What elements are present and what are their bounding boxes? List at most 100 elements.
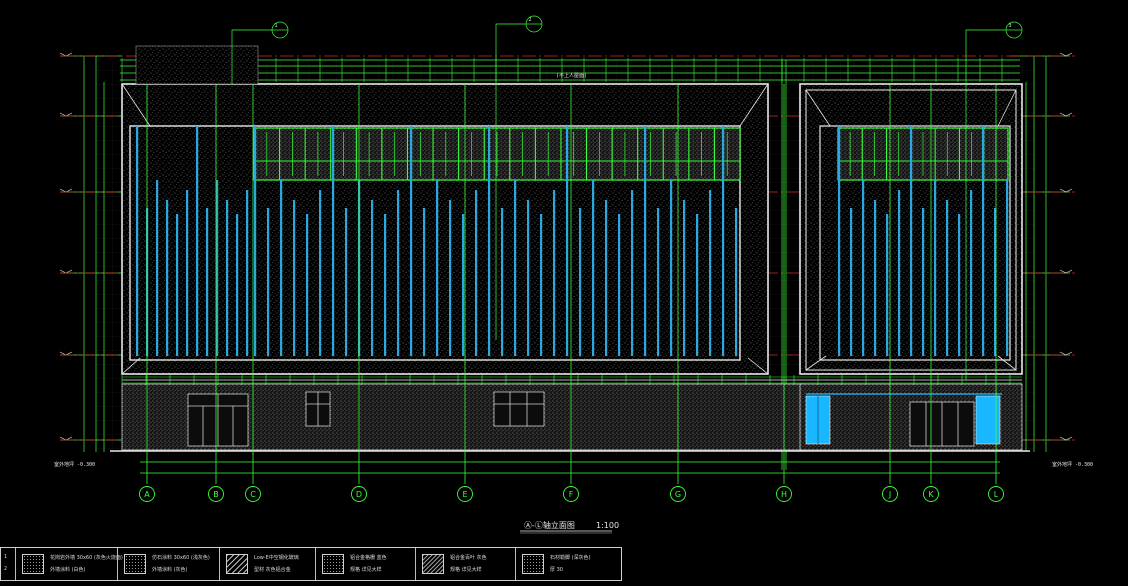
blue-fin — [722, 126, 725, 356]
blue-fin — [922, 208, 925, 356]
blue-fin — [397, 190, 400, 356]
axis-label-D: D — [356, 490, 362, 499]
axis-label-L: L — [994, 490, 999, 499]
blue-fin — [475, 190, 478, 356]
legend-cell-6-line2: 厚 30 — [550, 567, 563, 573]
axis-label-G: G — [675, 490, 681, 499]
blue-fin — [970, 190, 973, 356]
blue-fin — [514, 180, 517, 356]
stipple-swatch-icon — [124, 554, 146, 574]
blue-fin — [958, 214, 961, 356]
blue-fin — [332, 126, 335, 356]
legend-cell-4-line2: 规格 详见大样 — [350, 567, 382, 573]
blue-fin — [501, 208, 504, 356]
blue-fin — [176, 214, 179, 356]
blue-fin — [384, 214, 387, 356]
blue-fin — [136, 126, 139, 356]
blue-fin — [683, 200, 686, 356]
drawing-title-block: Ⓐ-Ⓛ轴立面图 1:100 — [520, 520, 619, 534]
legend-cell-1: 花岗岩外墙 30x60 (灰色火烧面) 外墙涂料 (白色) — [15, 548, 123, 580]
blue-fin — [196, 126, 199, 356]
blue-fin — [709, 190, 712, 356]
blue-fin — [345, 208, 348, 356]
blue-fin — [898, 190, 901, 356]
axis-label-K: K — [928, 490, 934, 499]
blue-fin — [236, 214, 239, 356]
blue-fin — [862, 180, 865, 356]
blue-fin — [982, 126, 985, 356]
blue-fin — [488, 126, 491, 356]
blue-fin — [267, 208, 270, 356]
bottom-dimension-lines — [140, 461, 1000, 474]
blue-fin — [657, 208, 660, 356]
roof-parapet — [135, 45, 259, 85]
blue-fin — [246, 190, 249, 356]
axis-label-B: B — [213, 490, 219, 499]
blue-fin — [644, 126, 647, 356]
legend-cell-3-line1: Low-E中空钢化玻璃 — [254, 555, 299, 561]
blue-fin — [886, 214, 889, 356]
blue-fin — [166, 200, 169, 356]
axis-label-H: H — [781, 490, 787, 499]
elevation-drawing: A B C D E F G H J K L 1 2 3 (不上人屋面) 室外地坪 -0.300 室外… — [54, 15, 1093, 534]
axis-label-E: E — [462, 490, 467, 499]
blue-fin — [436, 180, 439, 356]
legend-row-number-2: 2 — [4, 566, 8, 572]
blue-fin — [618, 214, 621, 356]
blue-fin — [306, 214, 309, 356]
blue-fin — [410, 126, 413, 356]
blue-fin — [735, 208, 738, 356]
legend-cell-5: 铝合金百叶 灰色 规格 详见大样 — [415, 548, 515, 580]
blue-fin — [553, 190, 556, 356]
callout-number-3: 3 — [1008, 23, 1011, 29]
blue-fin — [696, 214, 699, 356]
axis-label-A: A — [144, 490, 150, 499]
blue-fin — [631, 190, 634, 356]
blue-fin — [592, 180, 595, 356]
hatch-swatch-icon — [226, 554, 248, 574]
blue-fin — [579, 208, 582, 356]
blue-fin — [293, 200, 296, 356]
blue-fin — [462, 214, 465, 356]
callout-number-2: 2 — [528, 17, 531, 23]
blue-fin — [670, 180, 673, 356]
green-louver-band — [253, 127, 1009, 181]
blue-fin — [910, 126, 913, 356]
blue-fin — [605, 200, 608, 356]
blue-fin — [423, 208, 426, 356]
blue-fin — [874, 200, 877, 356]
material-legend: 1 2 花岗岩外墙 30x60 (灰色火烧面) 外墙涂料 (白色) 仿石涂料 3… — [0, 547, 622, 581]
roof-note: (不上人屋面) — [556, 72, 587, 79]
axis-label-J: J — [888, 490, 891, 499]
legend-cell-1-line1: 花岗岩外墙 30x60 (灰色火烧面) — [50, 555, 123, 561]
legend-cell-2-line2: 外墙涂料 (灰色) — [152, 567, 188, 573]
blue-fin — [850, 208, 853, 356]
stipple-swatch-icon — [322, 554, 344, 574]
drawing-scale: 1:100 — [596, 521, 619, 530]
grade-note-right: 室外地坪 -0.300 — [1052, 461, 1093, 468]
legend-cell-5-line2: 规格 详见大样 — [450, 567, 482, 573]
legend-row-number-1: 1 — [4, 554, 8, 560]
blue-fin — [946, 200, 949, 356]
legend-cell-1-line2: 外墙涂料 (白色) — [50, 567, 86, 573]
blue-fin — [371, 200, 374, 356]
axis-label-C: C — [250, 490, 256, 499]
blue-fin — [254, 126, 257, 356]
legend-cell-4: 铝合金格栅 蓝色 规格 详见大样 — [315, 548, 415, 580]
legend-cell-5-line1: 铝合金百叶 灰色 — [450, 555, 487, 561]
hatch-swatch-icon — [422, 554, 444, 574]
drawing-title: Ⓐ-Ⓛ轴立面图 — [524, 520, 575, 530]
legend-cell-6-line1: 石材勒脚 (深灰色) — [550, 555, 591, 561]
blue-fin — [156, 180, 159, 356]
legend-cell-2-line1: 仿石涂料 30x60 (浅灰色) — [152, 555, 210, 561]
legend-cell-4-line1: 铝合金格栅 蓝色 — [350, 555, 387, 561]
blue-fin — [186, 190, 189, 356]
stipple-swatch-icon — [522, 554, 544, 574]
legend-cell-6: 石材勒脚 (深灰色) 厚 30 — [515, 548, 621, 580]
grade-note-left: 室外地坪 -0.300 — [54, 461, 95, 468]
legend-cell-3-line2: 型材 灰色铝合金 — [254, 567, 291, 573]
blue-fin — [449, 200, 452, 356]
blue-fin — [280, 180, 283, 356]
blue-fin — [319, 190, 322, 356]
blue-fin — [527, 200, 530, 356]
